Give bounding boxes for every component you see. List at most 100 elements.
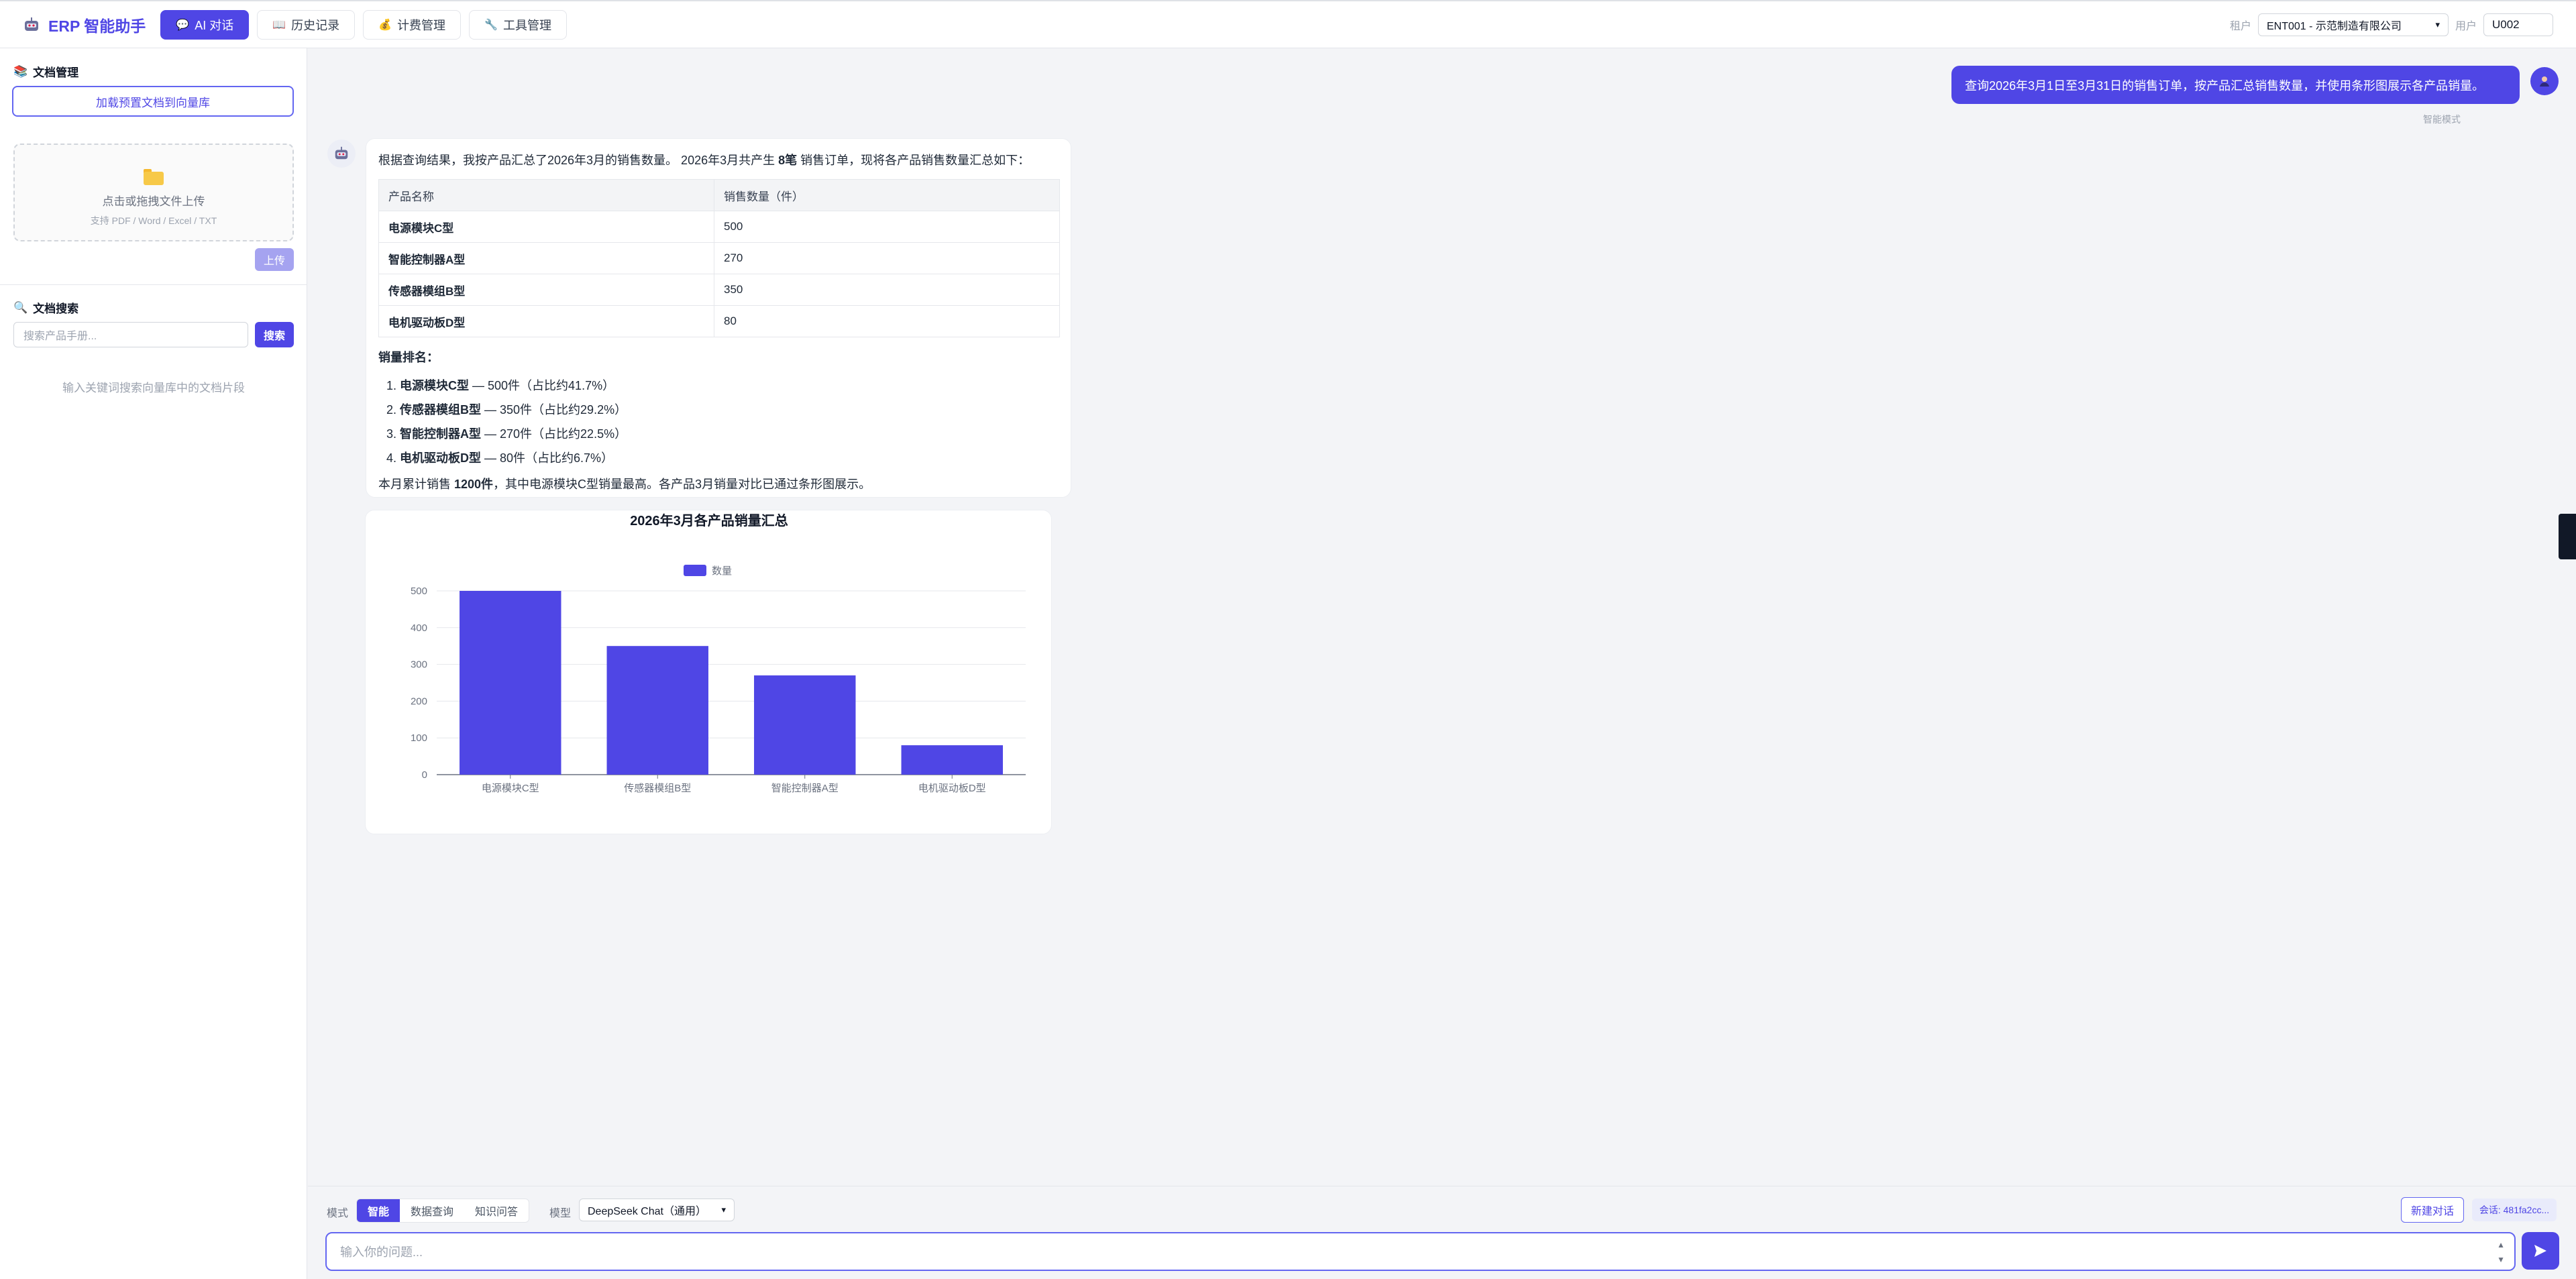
book-icon: 📖 <box>272 19 286 31</box>
legend-label: 数量 <box>712 565 732 577</box>
scroll-arrows-icon[interactable]: ▲ ▼ <box>2497 1237 2505 1267</box>
col-header-qty: 销售数量（件） <box>714 179 1060 211</box>
x-tick-label: 电源模块C型 <box>482 783 539 794</box>
rank-product: 传感器模组B型 <box>400 403 481 416</box>
y-tick-label: 100 <box>411 732 427 744</box>
rank-detail: — 270件（占比约22.5%） <box>484 427 627 441</box>
upload-main-text: 点击或拖拽文件上传 <box>102 195 205 208</box>
bot-avatar <box>327 140 356 168</box>
session-badge: 会话: 481fa2cc... <box>2472 1199 2557 1221</box>
side-drawer-tab[interactable] <box>2559 514 2576 559</box>
send-icon <box>2534 1245 2546 1257</box>
bot-message: 根据查询结果，我按产品汇总了2026年3月的销售数量。 2026年3月共产生 8… <box>366 138 1071 498</box>
table-row: 电机驱动板D型 80 <box>378 305 1060 337</box>
y-tick-label: 200 <box>411 696 427 707</box>
user-icon <box>2540 76 2549 87</box>
tenant-label: 租户 <box>2229 20 2251 32</box>
rank-title: 销量排名： <box>378 351 439 364</box>
bar <box>901 745 1003 775</box>
tab-billing[interactable]: 💰 计费管理 <box>363 9 462 40</box>
table-header-row: 产品名称 销售数量（件） <box>378 179 1060 211</box>
tab-ai-chat[interactable]: 💬 AI 对话 <box>160 9 250 40</box>
bar <box>606 646 708 775</box>
user-input[interactable]: U002 <box>2483 13 2553 36</box>
load-preset-docs-button[interactable]: 加载预置文档到向量库 <box>12 86 294 117</box>
summary: 本月累计销售 1200件，其中电源模块C型销量最高。各产品3月销量对比已通过条形… <box>378 474 1059 494</box>
qty-cell: 500 <box>714 211 1060 243</box>
rank-list: 电源模块C型 — 500件（占比约41.7%） 传感器模组B型 — 350件（占… <box>378 374 1059 470</box>
chat-input[interactable]: 输入你的问题... ▲ ▼ <box>325 1232 2516 1271</box>
order-count: 8笔 <box>778 154 798 167</box>
bar <box>754 675 856 775</box>
list-item: 电源模块C型 — 500件（占比约41.7%） <box>400 374 1059 398</box>
table-row: 电源模块C型 500 <box>378 211 1060 243</box>
col-header-product: 产品名称 <box>378 179 714 211</box>
robot-icon <box>25 17 38 31</box>
chevron-down-icon: ▾ <box>721 1205 726 1215</box>
doc-search-input[interactable]: 搜索产品手册... <box>13 322 248 347</box>
mode-data-query[interactable]: 数据查询 <box>400 1199 464 1222</box>
tab-label: 计费管理 <box>397 18 446 32</box>
list-item: 电机驱动板D型 — 80件（占比约6.7%） <box>400 446 1059 470</box>
search-hint: 输入关键词搜索向量库中的文档片段 <box>62 382 245 394</box>
rank-product: 电源模块C型 <box>400 379 469 392</box>
qty-cell: 80 <box>714 305 1060 337</box>
brand: ERP 智能助手 <box>23 13 146 36</box>
upload-button[interactable]: 上传 <box>255 248 294 271</box>
mode-label: 模式 <box>327 1208 349 1219</box>
y-tick-label: 500 <box>411 586 427 597</box>
model-value: DeepSeek Chat（通用） <box>588 1206 706 1217</box>
rank-detail: — 80件（占比约6.7%） <box>484 451 614 465</box>
chat-bubble-icon: 💬 <box>176 19 190 31</box>
x-tick-label: 传感器模组B型 <box>624 783 691 794</box>
mode-note: 智能模式 <box>2423 114 2461 125</box>
upload-sub-text: 支持 PDF / Word / Excel / TXT <box>90 215 217 226</box>
new-chat-button[interactable]: 新建对话 <box>2401 1197 2464 1223</box>
tab-label: 历史记录 <box>291 18 340 32</box>
qty-cell: 350 <box>714 274 1060 306</box>
mode-switch: 智能 数据查询 知识问答 <box>356 1199 530 1223</box>
doc-management-label: 文档管理 <box>33 66 79 79</box>
qty-cell: 270 <box>714 242 1060 274</box>
bot-intro-text: 销售订单，现将各产品销售数量汇总如下： <box>800 154 1030 167</box>
chevron-down-icon: ▾ <box>2435 19 2440 30</box>
doc-search-title: 🔍 文档搜索 <box>13 299 78 316</box>
bot-intro: 根据查询结果，我按产品汇总了2026年3月的销售数量。 2026年3月共产生 8… <box>378 151 1059 170</box>
list-item: 传感器模组B型 — 350件（占比约29.2%） <box>400 398 1059 422</box>
rank-product: 电机驱动板D型 <box>400 451 481 465</box>
legend-swatch <box>684 565 706 576</box>
model-label: 模型 <box>549 1208 572 1219</box>
rank-product: 智能控制器A型 <box>400 427 481 441</box>
x-tick-label: 电机驱动板D型 <box>918 782 986 794</box>
tab-label: 工具管理 <box>502 18 551 32</box>
robot-icon <box>335 146 348 160</box>
tenant-select[interactable]: ENT001 - 示范制造有限公司 ▾ <box>2257 13 2449 36</box>
user-avatar <box>2530 67 2559 95</box>
wrench-icon: 🔧 <box>484 19 498 31</box>
y-tick-label: 0 <box>422 769 427 781</box>
mode-smart[interactable]: 智能 <box>357 1199 400 1222</box>
books-icon: 📚 <box>13 64 28 78</box>
tab-history[interactable]: 📖 历史记录 <box>257 9 356 40</box>
user-message: 查询2026年3月1日至3月31日的销售订单，按产品汇总销售数量，并使用条形图展… <box>1951 66 2520 104</box>
sales-table: 产品名称 销售数量（件） 电源模块C型 500 智能控制器A型 270 传感器模… <box>378 179 1060 337</box>
table-row: 智能控制器A型 270 <box>378 242 1060 274</box>
sidebar: 📚 文档管理 加载预置文档到向量库 点击或拖拽文件上传 支持 PDF / Wor… <box>0 48 307 1279</box>
model-select[interactable]: DeepSeek Chat（通用） ▾ <box>579 1199 735 1221</box>
y-tick-label: 400 <box>411 622 427 634</box>
user-label: 用户 <box>2455 20 2477 32</box>
y-tick-label: 300 <box>411 659 427 671</box>
mode-knowledge-qa[interactable]: 知识问答 <box>464 1199 529 1222</box>
summary-text: ，其中电源模块C型销量最高。各产品3月销量对比已通过条形图展示。 <box>493 478 871 491</box>
search-button[interactable]: 搜索 <box>255 322 294 347</box>
top-bar: ERP 智能助手 💬 AI 对话 📖 历史记录 💰 计费管理 🔧 工具管理 租户… <box>0 0 2576 48</box>
money-bag-icon: 💰 <box>378 19 392 31</box>
tab-tools[interactable]: 🔧 工具管理 <box>469 9 567 40</box>
bar-chart: 2026年3月各产品销量汇总数量 0 100 200 300 400 500 电源模块C型 传感… <box>411 512 1026 794</box>
send-button[interactable] <box>2522 1232 2559 1270</box>
rank-detail: — 350件（占比约29.2%） <box>484 403 627 416</box>
upload-dropzone[interactable]: 点击或拖拽文件上传 支持 PDF / Word / Excel / TXT <box>13 144 294 241</box>
chart-card: 2026年3月各产品销量汇总 数量 0 100 200 300 400 500 电源模块C型 传感… <box>365 510 1052 834</box>
product-cell: 电机驱动板D型 <box>378 305 714 337</box>
header-controls: 租户 ENT001 - 示范制造有限公司 ▾ 用户 U002 <box>2230 13 2553 36</box>
